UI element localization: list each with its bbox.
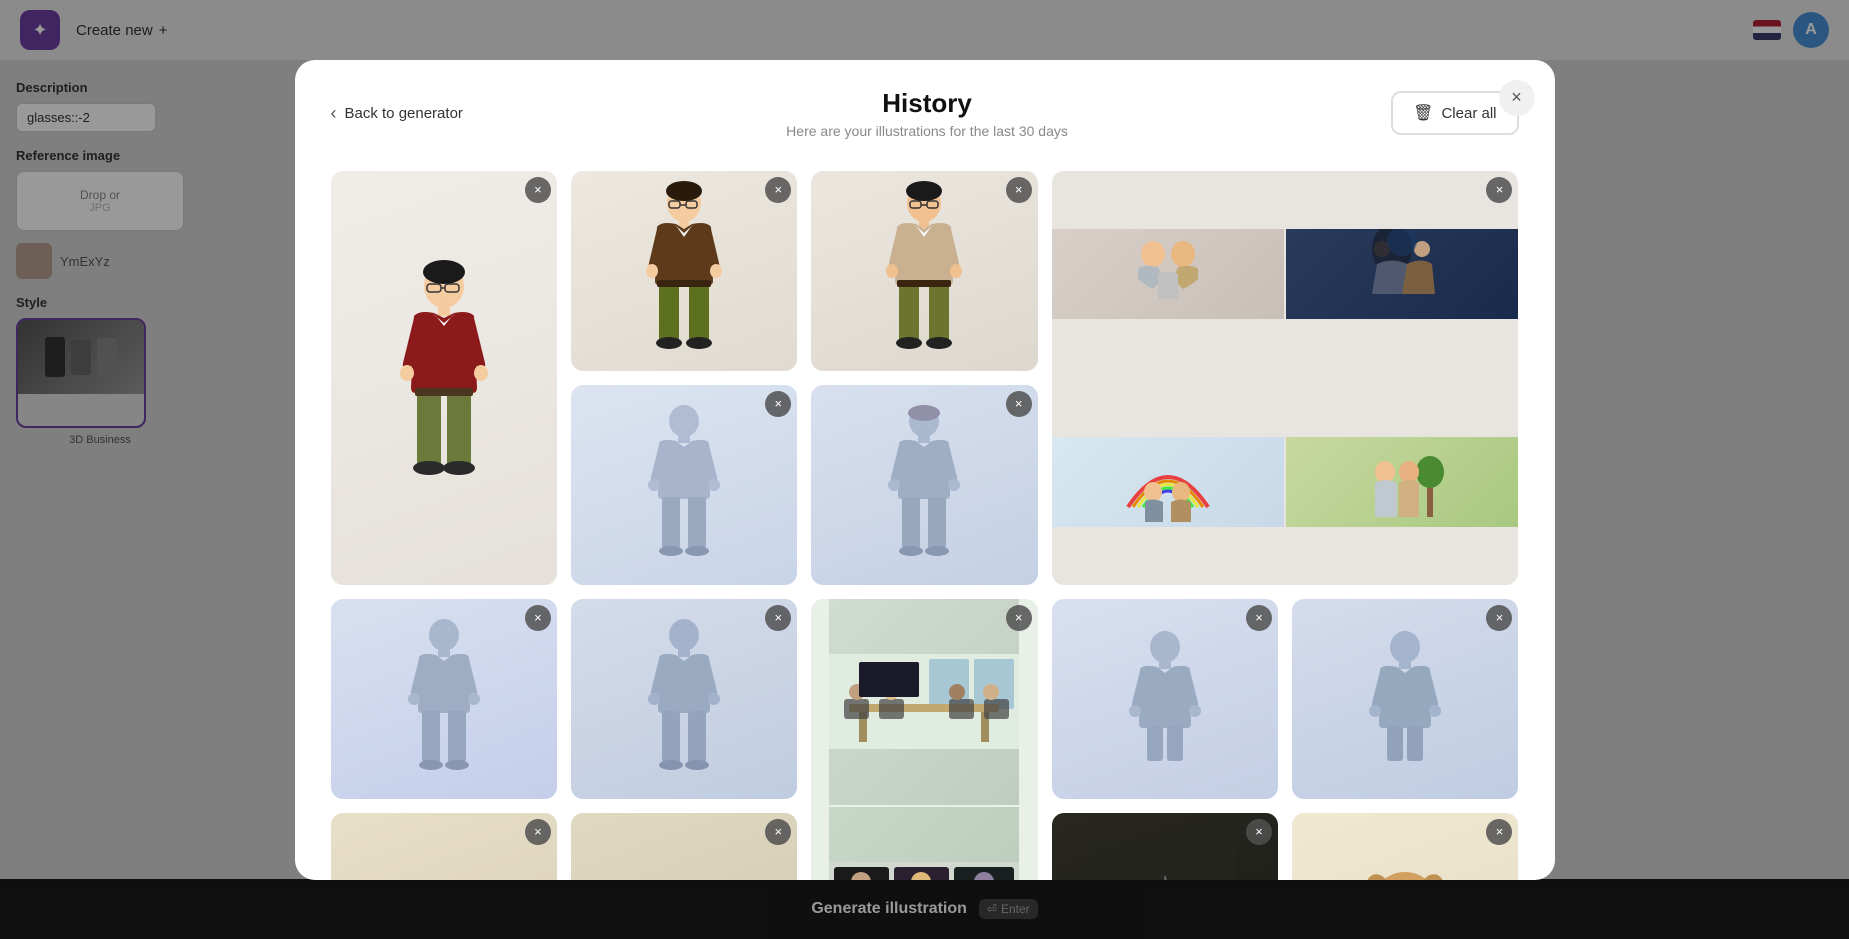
item-close-button[interactable]: ×	[1486, 177, 1512, 203]
item-close-button[interactable]: ×	[1006, 177, 1032, 203]
history-grid: ×	[331, 171, 1519, 880]
item-close-button[interactable]: ×	[1006, 605, 1032, 631]
list-item[interactable]: ×	[1052, 813, 1278, 880]
item-close-button[interactable]: ×	[1486, 605, 1512, 631]
item-close-button[interactable]: ×	[765, 391, 791, 417]
list-item[interactable]: ×	[1052, 171, 1519, 585]
character-svg	[644, 405, 724, 565]
item-close-button[interactable]: ×	[1486, 819, 1512, 845]
list-item[interactable]: ×	[1292, 813, 1518, 880]
list-item[interactable]: ×	[811, 385, 1037, 585]
item-close-button[interactable]: ×	[765, 177, 791, 203]
item-close-button[interactable]: ×	[1006, 391, 1032, 417]
tea-svg	[374, 843, 514, 880]
list-item[interactable]: ×	[331, 599, 557, 799]
back-label: Back to generator	[345, 105, 463, 122]
list-item[interactable]: ×	[1292, 599, 1518, 799]
list-item[interactable]: ×	[571, 599, 797, 799]
list-item[interactable]: ×	[811, 599, 1037, 880]
character-svg	[389, 258, 499, 498]
character-svg	[639, 181, 729, 361]
modal-body[interactable]: ×	[295, 155, 1555, 880]
modal-subtitle: Here are your illustrations for the last…	[463, 123, 1391, 139]
character-svg	[1365, 629, 1445, 769]
item-close-button[interactable]: ×	[525, 605, 551, 631]
back-arrow-icon: ‹	[331, 103, 337, 124]
modal-title-area: History Here are your illustrations for …	[463, 88, 1391, 139]
item-close-button[interactable]: ×	[525, 177, 551, 203]
tea-svg	[1095, 843, 1235, 880]
item-close-button[interactable]: ×	[1246, 605, 1272, 631]
character-svg	[884, 405, 964, 565]
character-svg	[879, 181, 969, 361]
character-svg	[1125, 629, 1205, 769]
list-item[interactable]: ×	[571, 171, 797, 371]
list-item[interactable]: ×	[811, 171, 1037, 371]
modal-overlay: ‹ Back to generator History Here are you…	[0, 0, 1849, 939]
item-close-button[interactable]: ×	[1246, 819, 1272, 845]
trash-icon: 🗑	[1413, 103, 1433, 123]
item-close-button[interactable]: ×	[765, 605, 791, 631]
list-item[interactable]: ×	[571, 385, 797, 585]
item-close-button[interactable]: ×	[765, 819, 791, 845]
modal-title: History	[463, 88, 1391, 119]
history-modal: ‹ Back to generator History Here are you…	[295, 60, 1555, 880]
list-item[interactable]: ×	[571, 813, 797, 880]
character-svg	[644, 619, 724, 779]
list-item[interactable]: ×	[331, 171, 557, 585]
tea-svg	[614, 843, 754, 880]
character-svg	[404, 619, 484, 779]
close-icon: ×	[1511, 87, 1522, 108]
item-close-button[interactable]: ×	[525, 819, 551, 845]
back-to-generator-button[interactable]: ‹ Back to generator	[331, 103, 463, 124]
clear-all-label: Clear all	[1441, 105, 1496, 122]
modal-header: ‹ Back to generator History Here are you…	[295, 60, 1555, 155]
list-item[interactable]: ×	[1052, 599, 1278, 799]
modal-close-button[interactable]: ×	[1499, 80, 1535, 116]
list-item[interactable]: ×	[331, 813, 557, 880]
dog-svg	[1340, 848, 1470, 880]
